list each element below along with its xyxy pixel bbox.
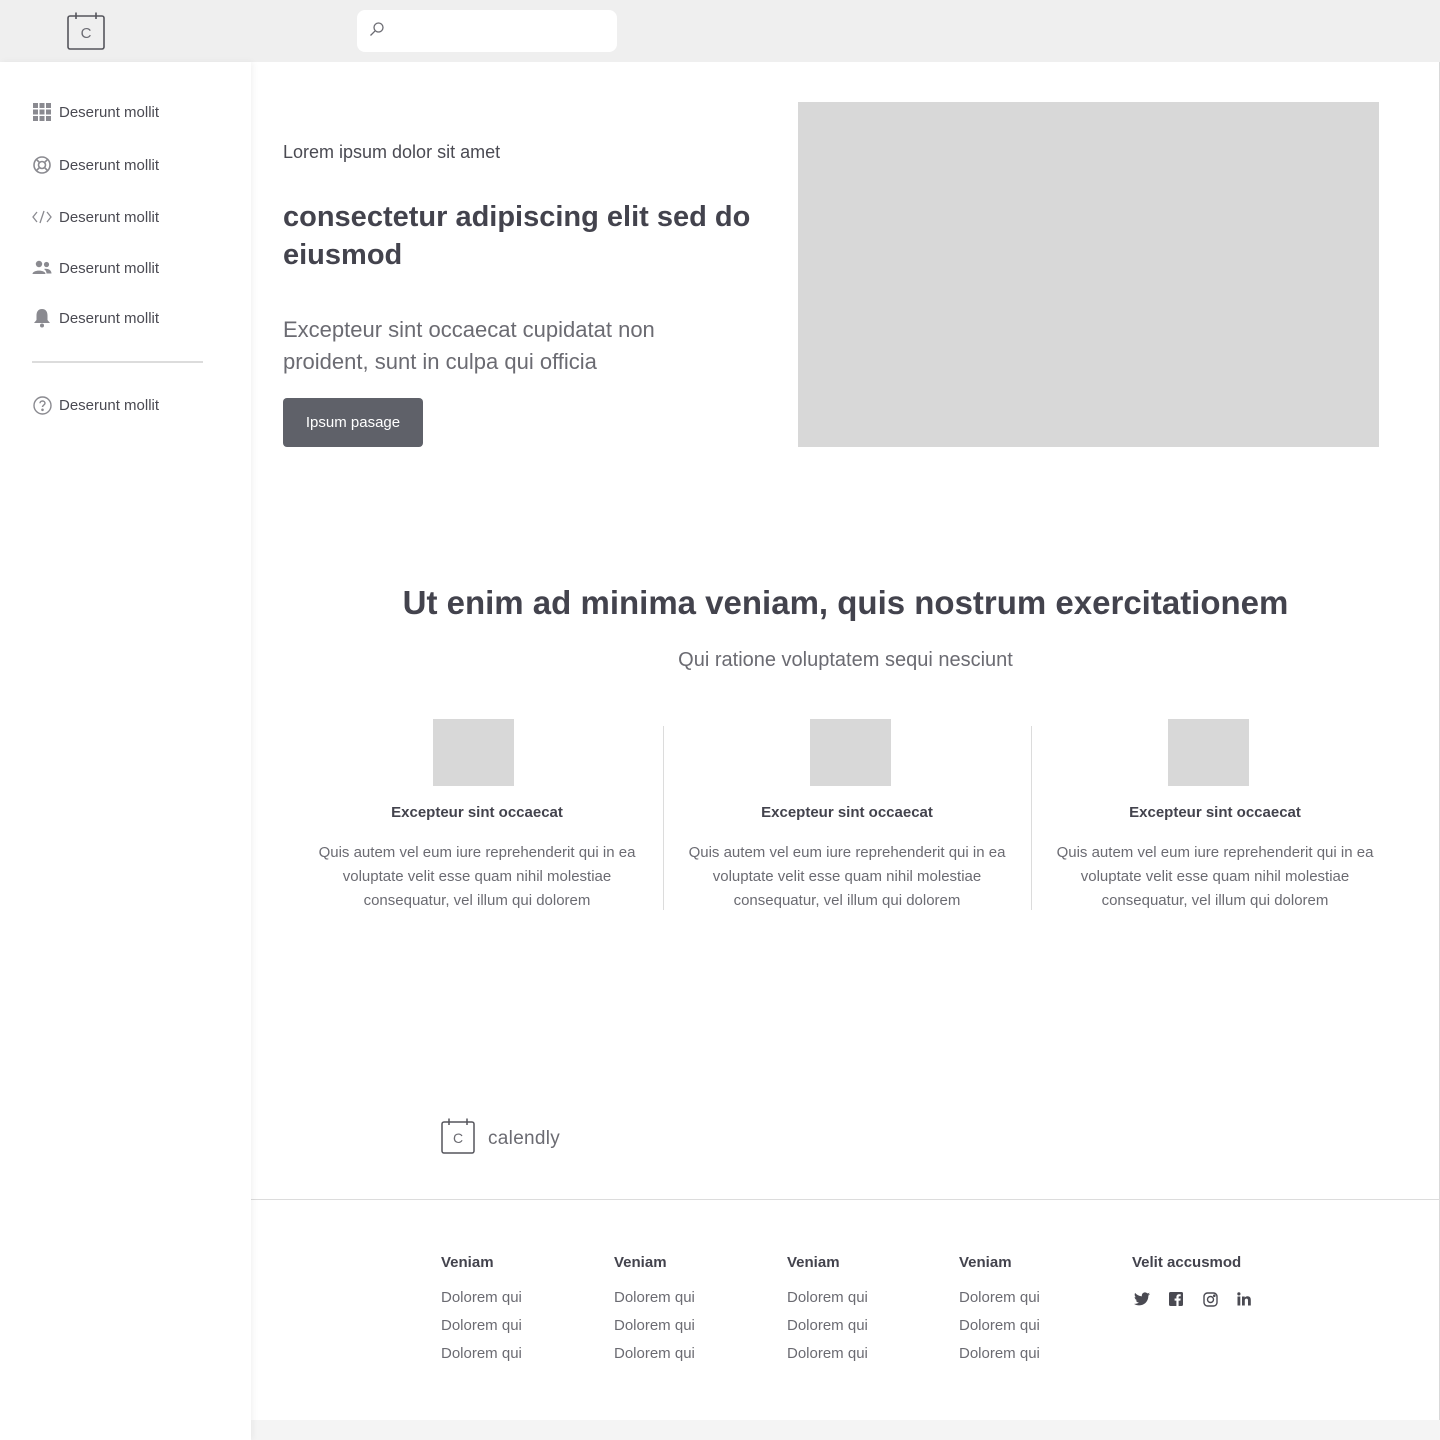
feature-title: Excepteur sint occaecat — [1129, 804, 1301, 821]
feature-card: Excepteur sint occaecat Quis autem vel e… — [1050, 719, 1380, 913]
bottom-strip — [251, 1420, 1440, 1440]
footer-link[interactable]: Dolorem qui — [441, 1345, 522, 1365]
feature-image-placeholder — [810, 719, 891, 786]
search-icon — [369, 21, 385, 42]
sidebar-item-label: Deserunt mollit — [59, 208, 160, 226]
feature-title: Excepteur sint occaecat — [761, 804, 933, 821]
footer-column-heading: Veniam — [614, 1254, 667, 1271]
social-icons — [1132, 1289, 1268, 1309]
sidebar-item-label: Deserunt mollit — [59, 156, 160, 174]
feature-body: Quis autem vel eum iure reprehenderit qu… — [688, 844, 1006, 909]
sidebar-item-help[interactable]: Deserunt mollit — [32, 393, 159, 417]
bell-icon — [32, 308, 52, 328]
sidebar-item-4[interactable]: Deserunt mollit — [32, 256, 159, 280]
hero-kicker: Lorem ipsum dolor sit amet — [283, 142, 501, 162]
footer-logo[interactable]: C calendly — [441, 1118, 560, 1159]
twitter-icon[interactable] — [1132, 1289, 1152, 1309]
sidebar-item-2[interactable]: Deserunt mollit — [32, 153, 159, 177]
sidebar-item-3[interactable]: Deserunt mollit — [32, 205, 159, 229]
main-content: Lorem ipsum dolor sit amet consectetur a… — [251, 62, 1440, 1440]
footer-column: Veniam Dolorem qui Dolorem qui Dolorem q… — [959, 1254, 1040, 1365]
sidebar-item-label: Deserunt mollit — [59, 396, 160, 414]
sidebar-item-label: Deserunt mollit — [59, 103, 160, 121]
feature-divider — [1031, 726, 1032, 910]
calendar-logo-icon: C — [441, 1118, 475, 1159]
footer-link[interactable]: Dolorem qui — [959, 1317, 1040, 1337]
footer-link[interactable]: Dolorem qui — [614, 1317, 695, 1337]
footer-link[interactable]: Dolorem qui — [441, 1289, 522, 1309]
search-box[interactable] — [357, 10, 617, 52]
footer-link[interactable]: Dolorem qui — [787, 1317, 868, 1337]
feature-image-placeholder — [433, 719, 514, 786]
sidebar-item-1[interactable]: Deserunt mollit — [32, 100, 159, 124]
sidebar-item-label: Deserunt mollit — [59, 309, 160, 327]
hero-title: consectetur adipiscing elit sed do eiusm… — [283, 201, 751, 271]
footer-link[interactable]: Dolorem qui — [787, 1345, 868, 1365]
features-subtitle: Qui ratione voluptatem sequi nesciunt — [678, 649, 1013, 671]
footer-brand-name: calendly — [488, 1127, 561, 1149]
features-title: Ut enim ad minima veniam, quis nostrum e… — [402, 584, 1289, 621]
linkedin-icon[interactable] — [1234, 1289, 1254, 1309]
footer-column: Veniam Dolorem qui Dolorem qui Dolorem q… — [441, 1254, 522, 1365]
hero-body: Excepteur sint occaecat cupidatat non pr… — [283, 317, 655, 374]
feature-title: Excepteur sint occaecat — [391, 804, 563, 821]
top-bar: C — [0, 0, 1440, 62]
feature-image-placeholder — [1168, 719, 1249, 786]
footer-link[interactable]: Dolorem qui — [614, 1345, 695, 1365]
feature-card: Excepteur sint occaecat Quis autem vel e… — [682, 719, 1012, 913]
footer-column-heading: Veniam — [441, 1254, 494, 1271]
footer-link[interactable]: Dolorem qui — [614, 1289, 695, 1309]
facebook-icon[interactable] — [1166, 1289, 1186, 1309]
sidebar: Deserunt mollit Deserunt mollit Deserunt… — [0, 62, 251, 1440]
footer-link[interactable]: Dolorem qui — [959, 1289, 1040, 1309]
footer-column-heading: Veniam — [959, 1254, 1012, 1271]
footer-social-heading: Velit accusmod — [1132, 1254, 1242, 1271]
footer-link[interactable]: Dolorem qui — [787, 1289, 868, 1309]
feature-body: Quis autem vel eum iure reprehenderit qu… — [318, 844, 636, 909]
feature-divider — [663, 726, 664, 910]
feature-body: Quis autem vel eum iure reprehenderit qu… — [1056, 844, 1374, 909]
grid-icon — [32, 102, 52, 122]
code-icon — [32, 207, 52, 227]
footer-column: Veniam Dolorem qui Dolorem qui Dolorem q… — [614, 1254, 695, 1365]
sidebar-item-5[interactable]: Deserunt mollit — [32, 306, 159, 330]
sidebar-divider — [32, 361, 203, 363]
footer-link[interactable]: Dolorem qui — [959, 1345, 1040, 1365]
calendar-logo-icon[interactable]: C — [67, 12, 105, 50]
footer-column: Veniam Dolorem qui Dolorem qui Dolorem q… — [787, 1254, 868, 1365]
question-circle-icon — [32, 395, 52, 415]
hero-image-placeholder — [798, 102, 1379, 447]
logo-letter: C — [81, 25, 92, 42]
search-input[interactable] — [393, 22, 613, 40]
footer-social-column: Velit accusmod — [1132, 1254, 1268, 1309]
sidebar-item-label: Deserunt mollit — [59, 259, 160, 277]
footer-divider — [251, 1199, 1440, 1200]
hero-cta-button[interactable]: Ipsum pasage — [283, 398, 423, 447]
users-icon — [32, 258, 52, 278]
feature-card: Excepteur sint occaecat Quis autem vel e… — [312, 719, 642, 913]
footer-column-heading: Veniam — [787, 1254, 840, 1271]
instagram-icon[interactable] — [1200, 1289, 1220, 1309]
lifebuoy-icon — [32, 155, 52, 175]
footer-link[interactable]: Dolorem qui — [441, 1317, 522, 1337]
footer-logo-letter: C — [453, 1130, 463, 1146]
